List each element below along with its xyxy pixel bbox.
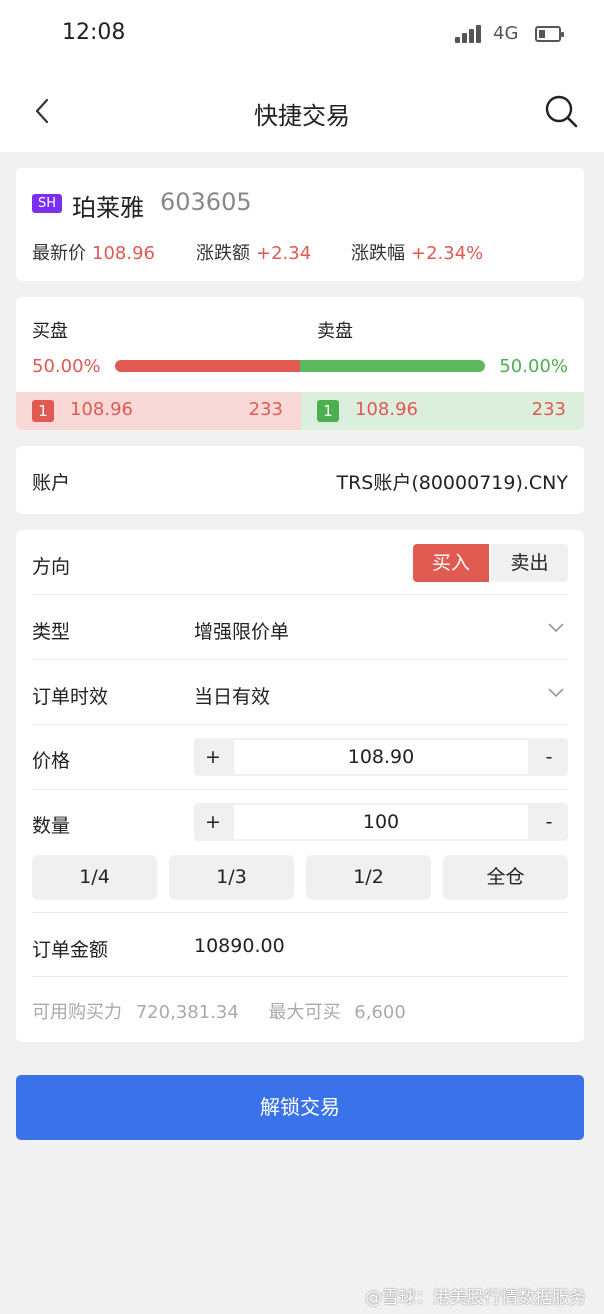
quantity-label: 数量: [32, 815, 71, 837]
watermark: @雪球：港美股行情数据服务: [365, 1288, 586, 1308]
search-icon[interactable]: [544, 94, 578, 128]
ask-price: 108.96: [355, 399, 418, 420]
stock-code: 603605: [160, 188, 252, 216]
buying-power-info: 可用购买力 720,381.34 最大可买 6,600: [32, 998, 406, 1024]
sell-button[interactable]: 卖出: [491, 544, 568, 582]
last-price-value: 108.96: [92, 243, 155, 264]
stock-info-card: SH 珀莱雅 603605 最新价 108.96 涨跌额 +2.34 涨跌幅 +2.3…: [16, 168, 584, 281]
battery-icon: [535, 26, 564, 42]
price-minus-button[interactable]: -: [530, 738, 568, 776]
change-label: 涨跌额: [196, 243, 250, 264]
last-price-label: 最新价: [32, 243, 86, 264]
ask-volume: 233: [531, 399, 566, 420]
divider: [32, 912, 568, 913]
quantity-minus-button[interactable]: -: [530, 803, 568, 841]
ask-level-badge: 1: [317, 400, 339, 422]
price-input[interactable]: 108.90: [234, 740, 528, 774]
ask-level-row[interactable]: 1 108.96 233: [301, 392, 584, 430]
quantity-input[interactable]: 100: [234, 805, 528, 839]
price-stepper: + 108.90 -: [194, 738, 568, 776]
order-book-card: 买盘 卖盘 50.00% 50.00% 1 108.96 233 1 108.9…: [16, 297, 584, 430]
ask-label: 卖盘: [317, 321, 353, 342]
buying-power-value: 720,381.34: [135, 1002, 239, 1023]
order-validity-label: 订单时效: [32, 686, 109, 708]
price-label: 价格: [32, 750, 71, 772]
order-amount-value: 10890.00: [194, 935, 285, 957]
bid-price: 108.96: [70, 399, 133, 420]
signal-icon: [455, 25, 482, 43]
third-position-button[interactable]: 1/3: [169, 855, 294, 900]
order-form-card: 方向 买入 卖出 类型 增强限价单 订单时效 当日有效 价格 + 108.90 …: [16, 530, 584, 1042]
account-selector[interactable]: 账户 TRS账户(80000719).CNY: [16, 446, 584, 514]
account-label: 账户: [32, 472, 71, 494]
full-position-button[interactable]: 全仓: [443, 855, 568, 900]
order-type-label: 类型: [32, 621, 71, 643]
status-time: 12:08: [62, 20, 126, 45]
order-type-select[interactable]: 类型 增强限价单: [32, 595, 568, 659]
account-value: TRS账户(80000719).CNY: [336, 472, 568, 494]
direction-label: 方向: [32, 556, 71, 578]
bid-level-badge: 1: [32, 400, 54, 422]
price-plus-button[interactable]: +: [194, 738, 232, 776]
change-pct-label: 涨跌幅: [351, 243, 405, 264]
order-type-value: 增强限价单: [194, 621, 290, 643]
divider: [32, 724, 568, 725]
divider: [32, 976, 568, 977]
chevron-down-icon: [548, 688, 564, 698]
order-amount-label: 订单金额: [32, 939, 109, 961]
bid-label: 买盘: [32, 321, 68, 342]
buy-button[interactable]: 买入: [413, 544, 489, 582]
stock-name: 珀莱雅: [72, 194, 144, 222]
market-badge: SH: [32, 194, 62, 213]
order-validity-select[interactable]: 订单时效 当日有效: [32, 660, 568, 724]
change-pct-value: +2.34%: [411, 243, 484, 264]
unlock-trade-button[interactable]: 解锁交易: [16, 1075, 584, 1140]
nav-bar: 快捷交易: [0, 70, 604, 152]
buying-power-label: 可用购买力: [32, 1002, 122, 1023]
quantity-plus-button[interactable]: +: [194, 803, 232, 841]
order-validity-value: 当日有效: [194, 686, 271, 708]
quantity-stepper: + 100 -: [194, 803, 568, 841]
change-value: +2.34: [256, 243, 312, 264]
status-bar: 12:08 4G: [0, 0, 604, 70]
max-buy-value: 6,600: [354, 1002, 406, 1023]
ask-percent: 50.00%: [499, 356, 568, 377]
page-title: 快捷交易: [254, 102, 350, 130]
half-position-button[interactable]: 1/2: [306, 855, 431, 900]
bid-percent: 50.00%: [32, 356, 101, 377]
bid-ask-ratio-bar: [115, 360, 485, 372]
bid-volume: 233: [248, 399, 283, 420]
bid-ratio-fill: [115, 360, 300, 372]
divider: [32, 789, 568, 790]
ask-ratio-fill: [300, 360, 485, 372]
max-buy-label: 最大可买: [268, 1002, 341, 1023]
network-type: 4G: [493, 23, 519, 44]
quarter-position-button[interactable]: 1/4: [32, 855, 157, 900]
bid-level-row[interactable]: 1 108.96 233: [16, 392, 301, 430]
chevron-down-icon: [548, 623, 564, 633]
